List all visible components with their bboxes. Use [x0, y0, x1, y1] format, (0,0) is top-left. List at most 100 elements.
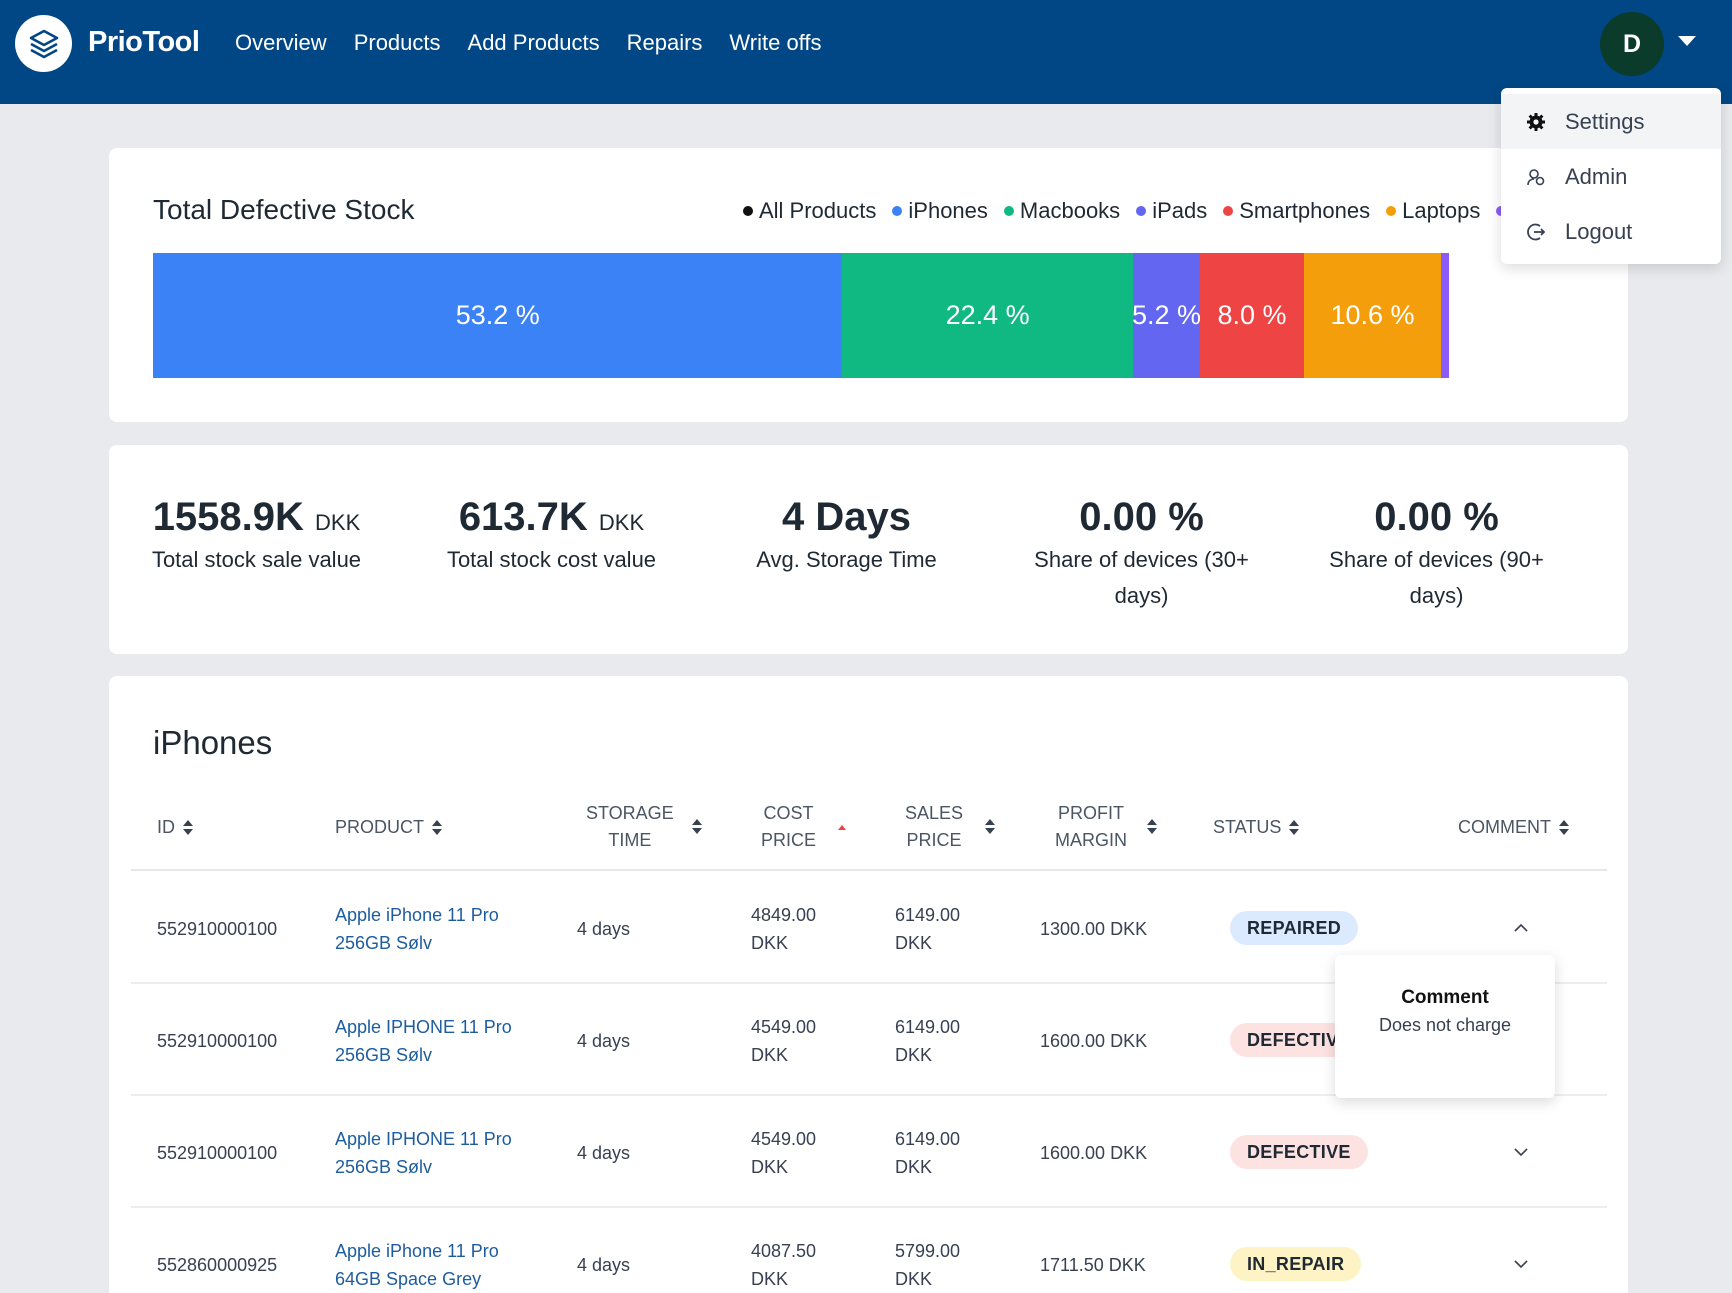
legend-item[interactable]: Macbooks: [1003, 198, 1121, 224]
nav-write-offs[interactable]: Write offs: [729, 30, 821, 56]
th-product[interactable]: PRODUCT: [335, 814, 442, 841]
cell-sales-price: 5799.00 DKK: [895, 1241, 961, 1289]
stat-sale-value: 1558.9K DKK Total stock sale value: [109, 495, 404, 614]
stat-cost-value: 613.7K DKK Total stock cost value: [404, 495, 699, 614]
stat-label: Total stock cost value: [446, 547, 657, 572]
menu-item-logout[interactable]: Logout: [1501, 204, 1721, 259]
menu-item-label: Admin: [1565, 163, 1628, 189]
defective-stock-card: Total Defective Stock All Products iPhon…: [109, 148, 1628, 422]
stat-unit: %: [1168, 495, 1204, 539]
bar-segment-other[interactable]: [1441, 253, 1449, 378]
logout-icon: [1525, 221, 1547, 243]
comment-popup-body: Does not charge: [1378, 1015, 1512, 1035]
status-badge: REPAIRED: [1230, 911, 1359, 945]
cell-profit-margin: 1600.00 DKK: [1040, 1031, 1148, 1051]
bar-segment-label: 8.0 %: [1217, 300, 1287, 330]
product-link[interactable]: Apple IPHONE 11 Pro 256GB Sølv: [335, 1125, 512, 1181]
sort-asc-icon: [838, 824, 847, 830]
logo-icon[interactable]: [15, 15, 72, 72]
th-profit-margin[interactable]: PROFIT MARGIN: [1055, 800, 1157, 854]
sort-icon: [985, 819, 996, 835]
chevron-down-icon[interactable]: [1514, 1145, 1528, 1159]
legend-item[interactable]: iPads: [1136, 198, 1207, 224]
bar-segment-ipads[interactable]: 5.2 %: [1132, 253, 1201, 378]
table-row[interactable]: 552910000100 Apple IPHONE 11 Pro 256GB Sø…: [131, 1097, 1607, 1208]
table-header: ID PRODUCT STORAGE TIME COST PRICE SALES PR…: [131, 786, 1607, 871]
sort-icon: [432, 819, 442, 836]
bar-segment-label: 5.2 %: [1132, 300, 1201, 330]
cell-sales-price: 6149.00 DKK: [895, 905, 961, 953]
legend-item[interactable]: Smartphones: [1223, 198, 1370, 224]
stat-label: Total stock sale value: [151, 547, 362, 572]
user-menu-dropdown: Settings Admin Logout: [1501, 88, 1721, 264]
cell-id: 552910000100: [157, 1143, 278, 1163]
sort-icon: [183, 819, 193, 836]
stats-row: 1558.9K DKK Total stock sale value 613.7…: [109, 495, 1628, 614]
brand-name[interactable]: PrioTool: [88, 26, 200, 59]
legend-dot: [743, 206, 753, 216]
sort-icon: [1559, 819, 1569, 836]
legend-item[interactable]: All Products: [743, 198, 876, 224]
main-nav: Overview Products Add Products Repairs W…: [235, 30, 849, 56]
th-comment[interactable]: COMMENT: [1458, 814, 1569, 841]
stat-label: Share of devices (30+ days): [1034, 547, 1249, 608]
cell-storage-time: 4 days: [577, 1031, 631, 1051]
table-row[interactable]: 552860000925 Apple iPhone 11 Pro 64GB Spa…: [131, 1209, 1607, 1293]
menu-item-label: Logout: [1565, 218, 1633, 244]
menu-item-settings[interactable]: Settings: [1501, 94, 1721, 149]
user-avatar[interactable]: D: [1600, 12, 1664, 76]
status-badge: IN_REPAIR: [1230, 1247, 1362, 1281]
legend-label: iPhones: [908, 198, 988, 223]
legend-item[interactable]: Laptops: [1386, 198, 1480, 224]
chevron-up-icon[interactable]: [1514, 921, 1528, 935]
caret-down-icon[interactable]: [1678, 36, 1696, 46]
nav-overview[interactable]: Overview: [235, 30, 327, 56]
nav-add-products[interactable]: Add Products: [468, 30, 600, 56]
sort-icon: [1289, 819, 1300, 836]
stat-value: 4: [782, 495, 805, 539]
stat-value: 613.7K: [458, 495, 588, 539]
stat-value: 0.00: [1374, 495, 1453, 539]
product-link[interactable]: Apple iPhone 11 Pro 256GB Sølv: [335, 901, 499, 957]
stat-value: 0.00: [1079, 495, 1158, 539]
legend-item[interactable]: iPhones: [892, 198, 988, 224]
nav-repairs[interactable]: Repairs: [627, 30, 703, 56]
th-cost-price[interactable]: COST PRICE: [761, 800, 847, 854]
nav-products[interactable]: Products: [354, 30, 441, 56]
stat-label: Avg. Storage Time: [756, 547, 937, 572]
bar-segment-laptops[interactable]: 10.6 %: [1303, 253, 1442, 378]
cell-storage-time: 4 days: [577, 1143, 631, 1163]
th-storage-time[interactable]: STORAGE TIME: [586, 800, 702, 854]
th-id[interactable]: ID: [157, 814, 193, 841]
admin-icon: [1525, 166, 1547, 188]
status-badge: DEFECTIVE: [1230, 1135, 1368, 1169]
cell-sales-price: 6149.00 DKK: [895, 1129, 961, 1177]
menu-item-admin[interactable]: Admin: [1501, 149, 1721, 204]
product-link[interactable]: Apple iPhone 11 Pro 64GB Space Grey: [335, 1237, 499, 1293]
bar-segment-iphones[interactable]: 53.2 %: [153, 253, 843, 378]
chart-title: Total Defective Stock: [153, 194, 415, 225]
cell-id: 552910000100: [157, 919, 278, 939]
cell-profit-margin: 1600.00 DKK: [1040, 1143, 1148, 1163]
th-sales-price[interactable]: SALES PRICE: [905, 800, 996, 854]
bar-segment-smartphones[interactable]: 8.0 %: [1200, 253, 1304, 378]
gear-icon: [1525, 111, 1547, 133]
stacked-bar: 53.2 % 22.4 % 5.2 % 8.0 % 10.6 %: [153, 253, 1449, 378]
chevron-down-icon[interactable]: [1514, 1257, 1528, 1271]
product-link[interactable]: Apple IPHONE 11 Pro 256GB Sølv: [335, 1013, 512, 1069]
cell-id: 552910000100: [157, 1031, 278, 1051]
top-navbar: PrioTool Overview Products Add Products …: [0, 0, 1732, 104]
sort-icon: [691, 819, 702, 835]
stat-unit: DKK: [598, 510, 645, 535]
bar-segment-macbooks[interactable]: 22.4 %: [842, 253, 1133, 378]
cell-storage-time: 4 days: [577, 919, 631, 939]
legend-dot: [892, 206, 903, 216]
legend-label: All Products: [759, 198, 877, 223]
cell-storage-time: 4 days: [577, 1255, 631, 1275]
cell-profit-margin: 1711.50 DKK: [1040, 1255, 1146, 1275]
cell-cost-price: 4549.00 DKK: [751, 1129, 817, 1177]
cell-cost-price: 4087.50 DKK: [751, 1241, 817, 1289]
menu-item-label: Settings: [1565, 108, 1645, 134]
th-status[interactable]: STATUS: [1213, 814, 1300, 841]
legend-label: Macbooks: [1019, 198, 1121, 223]
